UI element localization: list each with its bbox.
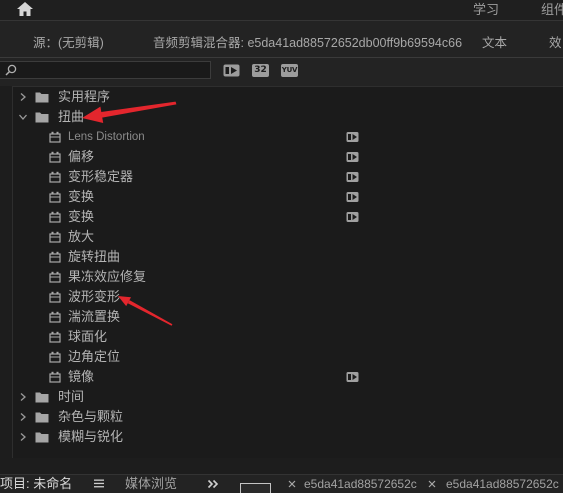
effect-item-row[interactable]: 旋转扭曲 <box>13 247 563 267</box>
effect-folder-row[interactable]: 扭曲 <box>13 107 563 127</box>
double-chevron-right-icon[interactable] <box>207 479 219 489</box>
effect-label: 湍流置换 <box>68 309 121 324</box>
effect-item-row[interactable]: 镜像 <box>13 367 563 387</box>
effect-icon <box>49 251 61 263</box>
effect-item-row[interactable]: 波形变形 <box>13 287 563 307</box>
effect-item-row[interactable]: 边角定位 <box>13 347 563 367</box>
folder-icon <box>35 111 49 123</box>
accelerated-effect-icon <box>346 151 359 163</box>
tab-media-browser[interactable]: 媒体浏览 <box>125 476 199 492</box>
effect-item-row[interactable]: 变形稳定器 <box>13 167 563 187</box>
hamburger-menu-icon[interactable] <box>94 479 104 488</box>
close-icon[interactable] <box>428 480 436 488</box>
chevron-right-icon[interactable] <box>18 432 28 442</box>
tab-sequence[interactable]: e5da41ad88572652c <box>446 476 563 492</box>
folder-label: 实用程序 <box>58 89 111 104</box>
effects-toolbar: 32 YUV <box>0 58 563 86</box>
32-bit-filter-button[interactable]: 32 <box>252 64 269 77</box>
tab-source[interactable]: 源：(无剪辑) <box>33 35 104 51</box>
effect-item-row[interactable]: 变换 <box>13 187 563 207</box>
effect-label: 偏移 <box>68 149 95 164</box>
premiere-effects-workspace: 学习 组件 源：(无剪辑) 音频剪辑混合器: e5da41ad88572652d… <box>0 0 563 493</box>
folder-icon <box>35 431 49 443</box>
accelerated-effect-icon <box>346 371 359 383</box>
effect-folder-row[interactable]: 杂色与颗粒 <box>13 407 563 427</box>
accelerated-effect-icon <box>346 131 359 143</box>
effect-label: Lens Distortion <box>68 131 145 143</box>
folder-icon <box>35 411 49 423</box>
effect-folder-row[interactable]: 实用程序 <box>13 87 563 107</box>
effect-label: 放大 <box>68 229 95 244</box>
effect-folder-row[interactable]: 模糊与锐化 <box>13 427 563 447</box>
effect-label: 旋转扭曲 <box>68 249 121 264</box>
effect-label: 变换 <box>68 209 95 224</box>
panel-tab-bar: 源：(无剪辑) 音频剪辑混合器: e5da41ad88572652db00ff9… <box>0 21 563 58</box>
search-icon <box>5 64 17 76</box>
effect-icon <box>49 151 61 163</box>
folder-icon <box>35 91 49 103</box>
tab-audio-clip-mixer[interactable]: 音频剪辑混合器: e5da41ad88572652db00ff9b69594c6… <box>153 35 462 51</box>
chevron-right-icon[interactable] <box>18 412 28 422</box>
search-input[interactable] <box>20 62 208 78</box>
tab-project[interactable]: 项目: 未命名 <box>0 476 72 492</box>
chevron-down-icon[interactable] <box>18 112 28 122</box>
effect-item-row[interactable]: 球面化 <box>13 327 563 347</box>
effect-label: 变换 <box>68 189 95 204</box>
effect-icon <box>49 211 61 223</box>
folder-icon <box>35 391 49 403</box>
search-box[interactable] <box>0 61 211 79</box>
workspace-bar: 学习 组件 <box>0 0 563 21</box>
folder-label: 模糊与锐化 <box>58 429 124 444</box>
folder-label: 扭曲 <box>58 109 85 124</box>
effect-folder-row[interactable]: 时间 <box>13 387 563 407</box>
tab-text[interactable]: 文本 <box>482 35 507 51</box>
effect-item-row[interactable]: 果冻效应修复 <box>13 267 563 287</box>
yuv-filter-button[interactable]: YUV <box>281 64 298 77</box>
effect-label: 变形稳定器 <box>68 169 134 184</box>
close-icon[interactable] <box>288 480 296 488</box>
chevron-right-icon[interactable] <box>18 92 28 102</box>
bottom-panel-tab-bar: 项目: 未命名 媒体浏览 e5da41ad88572652c e5da41ad8… <box>0 474 563 493</box>
effect-label: 波形变形 <box>68 289 121 304</box>
32-bit-color-icon: 32 <box>252 64 269 77</box>
effect-label: 边角定位 <box>68 349 121 364</box>
effects-tree[interactable]: 实用程序 扭曲 Lens Distortion 偏移 变形稳定器 变换 变换 放大 旋转扭曲 果冻… <box>12 86 563 458</box>
effect-icon <box>49 191 61 203</box>
effect-icon <box>49 131 61 143</box>
accelerated-effect-icon <box>346 191 359 203</box>
effect-icon <box>49 291 61 303</box>
effect-icon <box>49 331 61 343</box>
accelerated-effects-filter-button[interactable] <box>223 64 240 77</box>
effect-icon <box>49 271 61 283</box>
effect-icon <box>49 231 61 243</box>
workspace-tab-assembly[interactable]: 组件 <box>541 2 563 18</box>
workspace-tab-learn[interactable]: 学习 <box>473 2 503 18</box>
effect-label: 球面化 <box>68 329 108 344</box>
accelerated-effect-icon <box>346 171 359 183</box>
effect-icon <box>49 171 61 183</box>
home-icon[interactable] <box>16 1 34 17</box>
accelerated-effect-icon <box>346 211 359 223</box>
effect-item-row[interactable]: 湍流置换 <box>13 307 563 327</box>
effect-icon <box>49 371 61 383</box>
effect-item-row[interactable]: 变换 <box>13 207 563 227</box>
effect-item-row[interactable]: 放大 <box>13 227 563 247</box>
effect-icon <box>49 351 61 363</box>
yuv-icon: YUV <box>281 64 298 77</box>
chevron-right-icon[interactable] <box>18 392 28 402</box>
folder-label: 时间 <box>58 389 85 404</box>
effect-item-row[interactable]: 偏移 <box>13 147 563 167</box>
folder-label: 杂色与颗粒 <box>58 409 124 424</box>
effect-label: 果冻效应修复 <box>68 269 147 284</box>
effect-icon <box>49 311 61 323</box>
panel-tab-placeholder[interactable] <box>240 483 271 493</box>
effect-item-row[interactable]: Lens Distortion <box>13 127 563 147</box>
tab-sequence[interactable]: e5da41ad88572652c <box>304 476 420 492</box>
tab-effects[interactable]: 效 <box>549 35 563 51</box>
accelerated-effects-icon <box>223 64 240 77</box>
effect-label: 镜像 <box>68 369 95 384</box>
